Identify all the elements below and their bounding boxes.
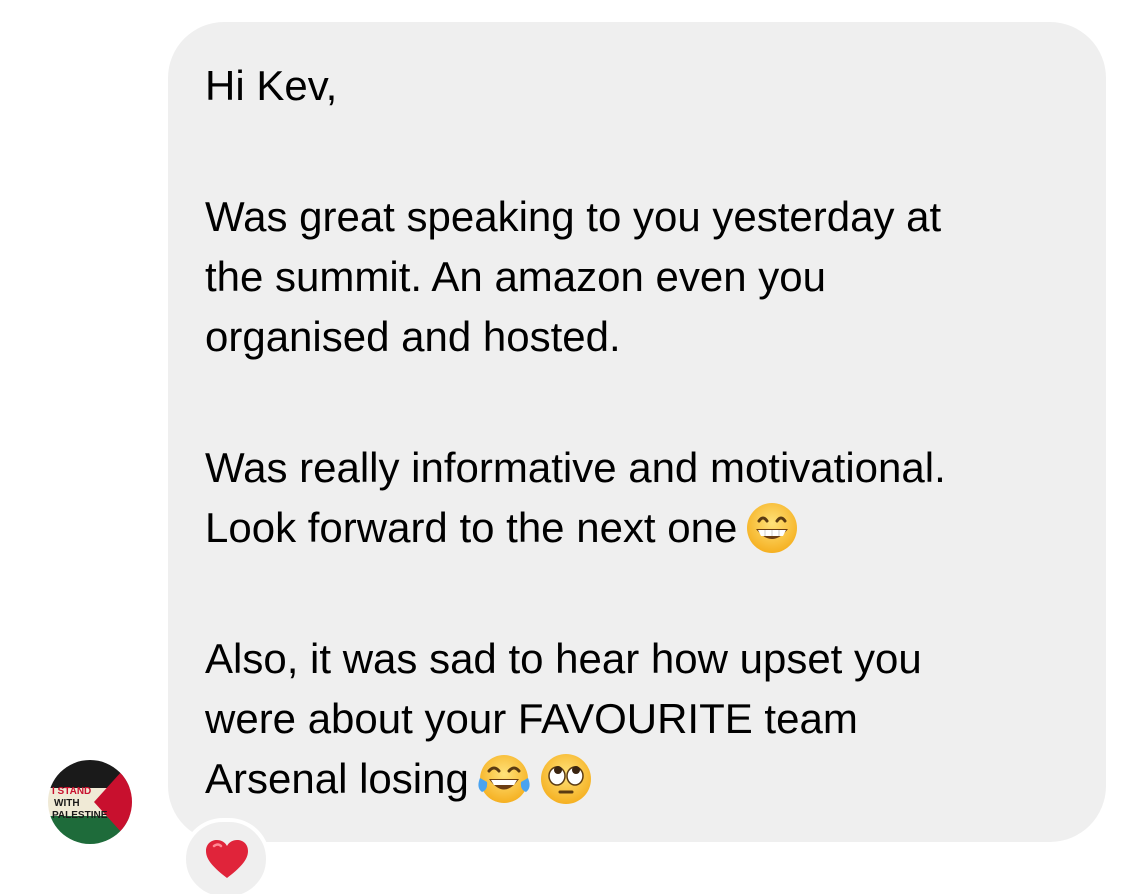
message-thread: Hi Kev, Was great speaking to you yester…	[0, 0, 1137, 894]
message-line: Was really informative and motivational.	[205, 444, 946, 491]
avatar-text: WITH	[54, 798, 80, 809]
message-bubble[interactable]: Hi Kev, Was great speaking to you yester…	[168, 22, 1106, 842]
message-text: Look forward to the next one	[205, 504, 738, 551]
tears-of-joy-icon	[477, 752, 531, 806]
avatar[interactable]: I STAND WITH PALESTINE	[48, 760, 132, 844]
message-line: were about your FAVOURITE team	[205, 695, 858, 742]
message-line-with-emoji: Look forward to the next one	[205, 498, 1076, 558]
rolling-eyes-icon	[539, 752, 593, 806]
message-text: Arsenal losing	[205, 755, 469, 802]
avatar-text: I STAND	[52, 786, 91, 797]
message-line: organised and hosted.	[205, 313, 621, 360]
message-line: Also, it was sad to hear how upset you	[205, 635, 922, 682]
message-line: Was great speaking to you yesterday at	[205, 193, 942, 240]
message-line: the summit. An amazon even you	[205, 253, 826, 300]
message-line: Hi Kev,	[205, 62, 338, 109]
grinning-face-icon	[745, 501, 799, 555]
palestine-flag-icon: I STAND WITH PALESTINE	[48, 760, 132, 844]
red-heart-icon	[206, 840, 248, 878]
message-line-with-emoji: Arsenal losing	[205, 749, 1076, 809]
avatar-text: PALESTINE	[52, 810, 108, 821]
reaction-badge[interactable]	[182, 818, 270, 894]
